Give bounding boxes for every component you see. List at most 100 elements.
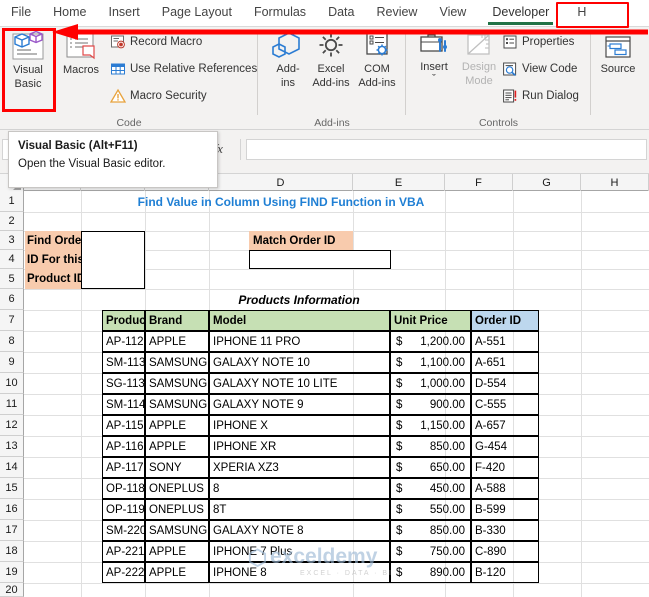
source-icon <box>605 36 631 58</box>
insert-controls-label: Insert <box>420 61 448 73</box>
column-header-d[interactable]: D <box>209 174 353 191</box>
row-header-4[interactable]: 4 <box>0 250 24 269</box>
column-header-g[interactable]: G <box>513 174 581 191</box>
tab-view[interactable]: View <box>428 0 477 26</box>
tab-developer-label: Developer <box>492 5 550 19</box>
price-value: 450.00 <box>429 482 465 495</box>
excel-addins-button[interactable]: Excel Add-ins <box>306 31 356 89</box>
table-cell-model: GALAXY NOTE 10 <box>209 352 390 373</box>
row-header-7[interactable]: 7 <box>0 310 24 331</box>
visual-basic-label-line2: Basic <box>14 78 42 90</box>
visual-basic-tooltip: Visual Basic (Alt+F11) Open the Visual B… <box>8 131 218 188</box>
use-relative-references-button[interactable]: Use Relative References <box>110 61 257 77</box>
tab-formulas[interactable]: Formulas <box>243 0 317 26</box>
table-row: AP-2211 <box>102 541 145 562</box>
properties-button[interactable]: Properties <box>502 34 574 50</box>
row-header-20[interactable]: 20 <box>0 583 24 597</box>
currency-symbol: $ <box>396 398 403 411</box>
row-header-18[interactable]: 18 <box>0 541 24 562</box>
table-header-model: Model <box>209 310 390 331</box>
row-header-12[interactable]: 12 <box>0 415 24 436</box>
table-cell-brand: APPLE <box>145 331 209 352</box>
column-header-h[interactable]: H <box>581 174 649 191</box>
properties-label: Properties <box>522 36 575 48</box>
run-dialog-button[interactable]: Run Dialog <box>502 88 579 104</box>
table-cell-order-id: B-599 <box>471 499 539 520</box>
match-order-id-output[interactable] <box>249 250 391 269</box>
tab-file[interactable]: File <box>0 0 42 26</box>
currency-symbol: $ <box>396 524 403 537</box>
row-header-1[interactable]: 1 <box>0 191 24 212</box>
tab-page-layout[interactable]: Page Layout <box>151 0 243 26</box>
row-header-11[interactable]: 11 <box>0 394 24 415</box>
visual-basic-button[interactable]: Visual Basic <box>4 30 52 90</box>
macros-icon <box>66 33 95 60</box>
row-header-17[interactable]: 17 <box>0 520 24 541</box>
table-cell-brand: APPLE <box>145 415 209 436</box>
excel-addins-gear-icon <box>319 33 343 57</box>
source-button[interactable]: Source <box>593 35 643 75</box>
table-header-order-id: Order ID <box>471 310 539 331</box>
table-cell-model: IPHONE 8 <box>209 562 390 583</box>
row-header-15[interactable]: 15 <box>0 478 24 499</box>
currency-symbol: $ <box>396 545 403 558</box>
gridline-h-1 <box>24 212 649 213</box>
tab-developer-active-underline <box>488 22 554 25</box>
row-header-2[interactable]: 2 <box>0 212 24 231</box>
tab-review-label: Review <box>376 5 418 19</box>
row-header-14[interactable]: 14 <box>0 457 24 478</box>
table-cell-model: GALAXY NOTE 9 <box>209 394 390 415</box>
table-cell-model: GALAXY NOTE 8 <box>209 520 390 541</box>
addins-icon <box>272 32 300 58</box>
table-cell-unit-price: $ 750.00 <box>390 541 471 562</box>
row-header-9[interactable]: 9 <box>0 352 24 373</box>
find-product-id-input[interactable] <box>81 231 145 289</box>
table-cell-unit-price: $ 1,200.00 <box>390 331 471 352</box>
table-cell-order-id: B-120 <box>471 562 539 583</box>
view-code-label: View Code <box>522 63 578 75</box>
tab-formulas-label: Formulas <box>253 5 307 19</box>
table-row: SG-1133 <box>102 373 145 394</box>
column-header-e[interactable]: E <box>353 174 445 191</box>
insert-controls-button[interactable]: Insert ˇ <box>409 31 459 85</box>
row-header-10[interactable]: 10 <box>0 373 24 394</box>
tooltip-body: Open the Visual Basic editor. <box>18 158 166 170</box>
macros-button[interactable]: Macros <box>56 30 106 76</box>
row-header-8[interactable]: 8 <box>0 331 24 352</box>
macro-security-label: Macro Security <box>130 90 207 102</box>
find-order-id-label-line1: Find Order <box>27 234 83 247</box>
com-addins-button[interactable]: COM Add-ins <box>352 31 402 89</box>
find-order-id-label-line3: Product ID <box>27 273 83 285</box>
row-header-16[interactable]: 16 <box>0 499 24 520</box>
price-value: 850.00 <box>429 440 465 453</box>
tab-review[interactable]: Review <box>365 0 428 26</box>
row-header-19[interactable]: 19 <box>0 562 24 583</box>
record-macro-icon <box>111 35 125 49</box>
table-cell-order-id: F-420 <box>471 457 539 478</box>
tab-data[interactable]: Data <box>317 0 365 26</box>
macro-security-button[interactable]: Macro Security <box>110 88 207 104</box>
row-header-3[interactable]: 3 <box>0 231 24 250</box>
table-cell-brand: APPLE <box>145 562 209 583</box>
design-mode-icon <box>467 34 490 55</box>
ribbon-group-code-label: Code <box>116 117 142 129</box>
find-order-id-label-line2: ID For this <box>27 253 83 266</box>
price-value: 750.00 <box>429 545 465 558</box>
tab-data-label: Data <box>328 5 355 19</box>
row-header-6[interactable]: 6 <box>0 289 24 310</box>
row-header-5[interactable]: 5 <box>0 269 24 289</box>
column-header-f[interactable]: F <box>445 174 513 191</box>
price-value: 550.00 <box>429 503 465 516</box>
formula-input[interactable] <box>246 139 647 160</box>
view-code-button[interactable]: View Code <box>502 61 577 77</box>
table-cell-unit-price: $ 450.00 <box>390 478 471 499</box>
tab-insert[interactable]: Insert <box>98 0 151 26</box>
record-macro-button[interactable]: Record Macro <box>110 34 202 50</box>
table-cell-order-id: A-651 <box>471 352 539 373</box>
ribbon-tab-bar: File Home Insert Page Layout Formulas Da… <box>0 0 649 27</box>
design-mode-button[interactable]: Design Mode <box>454 31 504 87</box>
row-header-13[interactable]: 13 <box>0 436 24 457</box>
tab-help[interactable]: H <box>566 0 597 26</box>
tab-developer[interactable]: Developer <box>481 0 560 26</box>
tab-home[interactable]: Home <box>42 0 97 26</box>
